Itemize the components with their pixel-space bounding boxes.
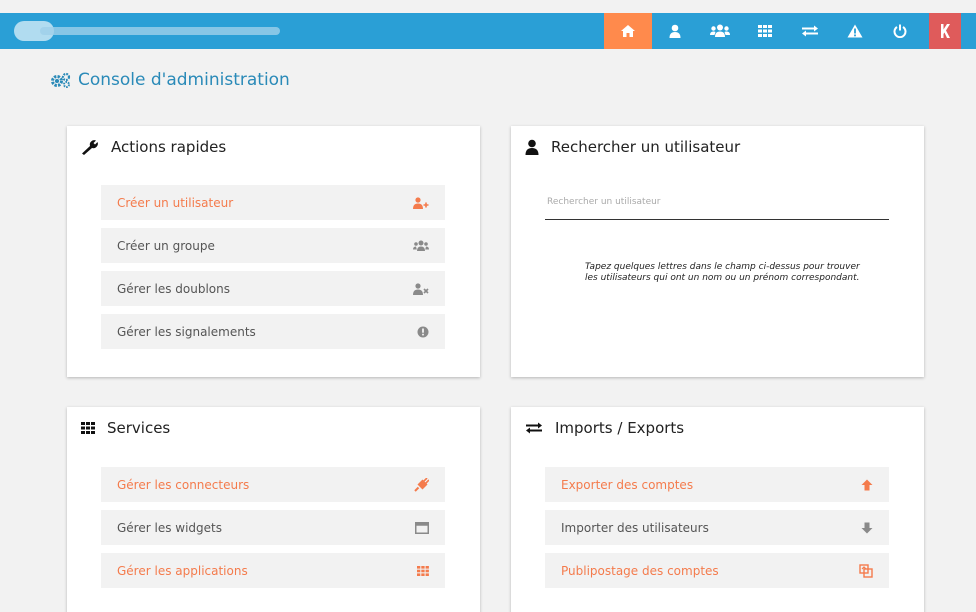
manage-applications-label: Gérer les applications (117, 563, 248, 578)
quick-actions-card: Actions rapides Créer un utilisateur Cré… (67, 126, 480, 377)
window-icon (415, 521, 429, 534)
nav-home-button[interactable] (604, 13, 652, 49)
manage-duplicates-button[interactable]: Gérer les doublons (101, 271, 445, 306)
k-logo-icon (941, 24, 950, 38)
user-icon (525, 139, 539, 155)
mail-merge-accounts-label: Publipostage des comptes (561, 563, 719, 578)
home-icon (621, 25, 635, 37)
imports-exports-title: Imports / Exports (555, 419, 685, 437)
top-navigation-bar (0, 13, 976, 49)
quick-actions-header: Actions rapides (81, 138, 226, 156)
import-users-label: Importer des utilisateurs (561, 520, 709, 535)
grid-icon (81, 422, 95, 434)
export-accounts-label: Exporter des comptes (561, 477, 694, 492)
apps-grid-icon (417, 565, 429, 576)
page-title-text: Console d'administration (78, 70, 290, 90)
manage-reports-label: Gérer les signalements (117, 324, 256, 339)
user-search-input[interactable] (545, 184, 889, 220)
wrench-icon (82, 140, 98, 155)
exchange-icon (801, 25, 818, 37)
grid-icon (757, 25, 772, 37)
arrow-up-icon (861, 479, 873, 491)
manage-widgets-button[interactable]: Gérer les widgets (101, 510, 445, 545)
imports-exports-header: Imports / Exports (525, 419, 684, 437)
export-accounts-button[interactable]: Exporter des comptes (545, 467, 889, 502)
user-search-hint: Tapez quelques lettres dans le champ ci-… (585, 262, 860, 284)
page-title: Console d'administration (50, 70, 290, 90)
quick-actions-title: Actions rapides (111, 138, 227, 156)
power-icon (893, 24, 906, 38)
user-search-card: Rechercher un utilisateur Tapez quelques… (511, 126, 924, 377)
create-user-label: Créer un utilisateur (117, 195, 234, 210)
manage-widgets-label: Gérer les widgets (117, 520, 222, 535)
services-card: Services Gérer les connecteurs Gérer les… (67, 407, 480, 612)
arrow-down-icon (861, 522, 873, 534)
manage-reports-button[interactable]: Gérer les signalements (101, 314, 445, 349)
create-group-button[interactable]: Créer un groupe (101, 228, 445, 263)
user-times-icon (413, 282, 429, 295)
create-user-button[interactable]: Créer un utilisateur (101, 185, 445, 220)
exclamation-circle-icon (417, 326, 429, 338)
cogs-icon (51, 72, 71, 88)
manage-connectors-button[interactable]: Gérer les connecteurs (101, 467, 445, 502)
user-search-title: Rechercher un utilisateur (551, 138, 741, 156)
nav-groups-button[interactable] (697, 13, 742, 49)
imports-exports-card: Imports / Exports Exporter des comptes I… (511, 407, 924, 612)
create-group-label: Créer un groupe (117, 238, 215, 253)
warning-icon (847, 24, 862, 38)
nav-user-button[interactable] (652, 13, 697, 49)
nav-icons (604, 13, 961, 49)
user-plus-icon (413, 196, 429, 209)
users-icon (413, 240, 429, 252)
nav-power-button[interactable] (877, 13, 922, 49)
user-search-header: Rechercher un utilisateur (525, 138, 740, 156)
mail-merge-icon (859, 563, 873, 578)
manage-applications-button[interactable]: Gérer les applications (101, 553, 445, 588)
services-header: Services (81, 419, 170, 437)
exchange-icon (526, 422, 542, 434)
nav-services-button[interactable] (742, 13, 787, 49)
nav-alerts-button[interactable] (832, 13, 877, 49)
manage-connectors-label: Gérer les connecteurs (117, 477, 250, 492)
plug-icon (413, 477, 429, 492)
users-icon (709, 24, 730, 37)
user-icon (669, 24, 680, 38)
mail-merge-accounts-button[interactable]: Publipostage des comptes (545, 553, 889, 588)
nav-logout-button[interactable] (929, 13, 961, 49)
import-users-button[interactable]: Importer des utilisateurs (545, 510, 889, 545)
services-title: Services (107, 419, 171, 437)
nav-imports-exports-button[interactable] (787, 13, 832, 49)
logo-text-redacted (40, 27, 280, 35)
manage-duplicates-label: Gérer les doublons (117, 281, 230, 296)
